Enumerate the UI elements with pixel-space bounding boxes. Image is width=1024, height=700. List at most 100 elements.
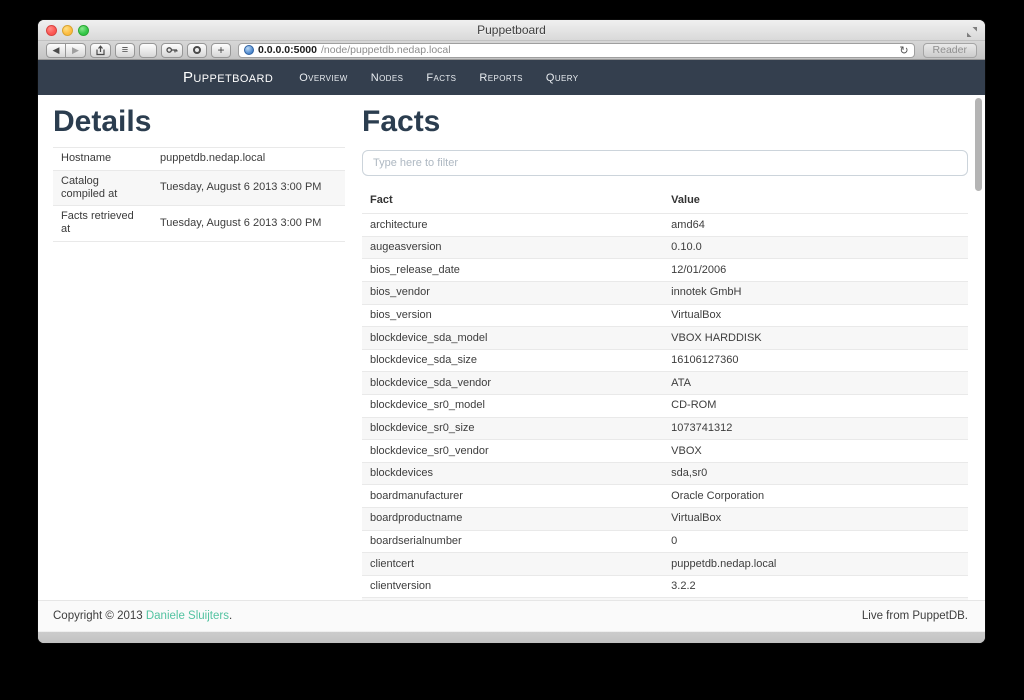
expand-corner-icon[interactable]: [967, 24, 977, 42]
refresh-icon[interactable]: ↻: [899, 44, 908, 57]
navbar-item[interactable]: Facts: [426, 72, 456, 84]
fact-name: augeasversion: [362, 236, 663, 259]
titlebar: Puppetboard: [38, 20, 985, 41]
facts-table: Fact Value architecture amd64 augeasvers…: [362, 190, 968, 600]
app-footer: Copyright © 2013 Daniele Sluijters. Live…: [38, 600, 985, 631]
fact-row: blockdevice_sr0_size 1073741312: [362, 417, 968, 440]
details-panel: Details Hostname puppetdb.nedap.local Ca…: [53, 95, 345, 600]
reader-button[interactable]: Reader: [923, 43, 977, 58]
details-value: Tuesday, August 6 2013 3:00 PM: [152, 206, 345, 242]
fact-row: blockdevice_sda_model VBOX HARDDISK: [362, 327, 968, 350]
navbar-item[interactable]: Reports: [479, 72, 523, 84]
copyright-text: Copyright © 2013 Daniele Sluijters.: [53, 610, 232, 622]
site-favicon-globe-icon: [244, 45, 254, 55]
fact-row: blockdevice_sr0_vendor VBOX: [362, 440, 968, 463]
fact-value: VirtualBox: [663, 304, 968, 327]
fact-name: bios_version: [362, 304, 663, 327]
fact-name: architecture: [362, 214, 663, 237]
fact-value: 0: [663, 530, 968, 553]
details-label: Catalog compiled at: [53, 170, 152, 206]
fact-row: augeasversion 0.10.0: [362, 236, 968, 259]
back-icon[interactable]: ◀: [46, 43, 66, 58]
browser-toolbar: ◀ ▶ ≡ + 0.0.0.0:5000/node/puppetdb.nedap…: [38, 41, 985, 60]
fact-name: blockdevice_sda_vendor: [362, 372, 663, 395]
fact-row: blockdevice_sda_vendor ATA: [362, 372, 968, 395]
fact-value: innotek GmbH: [663, 282, 968, 305]
fact-row: domain nedap.local: [362, 598, 968, 600]
fact-row: bios_vendor innotek GmbH: [362, 282, 968, 305]
fact-row: boardmanufacturer Oracle Corporation: [362, 485, 968, 508]
fact-name: boardserialnumber: [362, 530, 663, 553]
fact-name: blockdevice_sr0_model: [362, 395, 663, 418]
details-row: Catalog compiled at Tuesday, August 6 20…: [53, 170, 345, 206]
app-navbar: Puppetboard Overview Nodes Facts Reports Que…: [38, 60, 985, 95]
facts-header-row: Fact Value: [362, 190, 968, 214]
blank-toolbar-button[interactable]: [139, 43, 157, 58]
fact-name: blockdevice_sda_size: [362, 349, 663, 372]
forward-icon[interactable]: ▶: [66, 43, 86, 58]
share-icon[interactable]: [90, 43, 111, 58]
main-content: Details Hostname puppetdb.nedap.local Ca…: [38, 95, 985, 600]
facts-panel: Facts Fact Value architecture amd64: [362, 95, 968, 600]
fact-value: VirtualBox: [663, 508, 968, 531]
copyright-suffix: .: [229, 610, 232, 622]
fact-name: clientversion: [362, 575, 663, 598]
fact-name: blockdevices: [362, 462, 663, 485]
reading-list-icon[interactable]: ≡: [115, 43, 135, 58]
fact-name: bios_vendor: [362, 282, 663, 305]
live-from-puppetdb-text: Live from PuppetDB.: [862, 610, 968, 622]
fact-value: sda,sr0: [663, 462, 968, 485]
key-icon[interactable]: [161, 43, 183, 58]
fact-value: VBOX: [663, 440, 968, 463]
details-table: Hostname puppetdb.nedap.local Catalog co…: [53, 147, 345, 242]
navbar-item[interactable]: Query: [546, 72, 579, 84]
facts-col-fact: Fact: [362, 190, 663, 214]
fact-value: 3.2.2: [663, 575, 968, 598]
page-scrollbar[interactable]: [975, 98, 982, 191]
fact-name: bios_release_date: [362, 259, 663, 282]
facts-col-value: Value: [663, 190, 968, 214]
fact-value: amd64: [663, 214, 968, 237]
plus-glyph: +: [217, 44, 224, 56]
details-value: Tuesday, August 6 2013 3:00 PM: [152, 170, 345, 206]
fact-value: Oracle Corporation: [663, 485, 968, 508]
fact-name: blockdevice_sda_model: [362, 327, 663, 350]
browser-window: Puppetboard ◀ ▶ ≡ +: [38, 20, 985, 643]
navbar-items: Overview Nodes Facts Reports Query: [299, 72, 578, 84]
navbar-item[interactable]: Nodes: [371, 72, 404, 84]
ring-glyph: [193, 46, 201, 54]
fact-value: ATA: [663, 372, 968, 395]
details-value: puppetdb.nedap.local: [152, 148, 345, 171]
fact-value: 12/01/2006: [663, 259, 968, 282]
browser-status-bar: [38, 631, 985, 643]
navbar-brand[interactable]: Puppetboard: [183, 69, 273, 86]
navbar-item[interactable]: Overview: [299, 72, 348, 84]
details-title: Details: [53, 105, 345, 139]
fact-row: bios_version VirtualBox: [362, 304, 968, 327]
fact-name: boardproductname: [362, 508, 663, 531]
details-label: Hostname: [53, 148, 152, 171]
fact-value: CD-ROM: [663, 395, 968, 418]
new-tab-icon[interactable]: +: [211, 43, 231, 58]
url-bar[interactable]: 0.0.0.0:5000/node/puppetdb.nedap.local ↻: [238, 43, 915, 58]
privacy-badge-icon[interactable]: [187, 43, 207, 58]
list-glyph: ≡: [122, 45, 128, 56]
fact-value: nedap.local: [663, 598, 968, 600]
fact-value: 16106127360: [663, 349, 968, 372]
fact-row: architecture amd64: [362, 214, 968, 237]
fact-row: blockdevice_sr0_model CD-ROM: [362, 395, 968, 418]
author-link[interactable]: Daniele Sluijters: [146, 610, 229, 622]
fact-value: VBOX HARDDISK: [663, 327, 968, 350]
fact-row: boardproductname VirtualBox: [362, 508, 968, 531]
window-title: Puppetboard: [38, 23, 985, 37]
fact-name: clientcert: [362, 553, 663, 576]
fact-row: bios_release_date 12/01/2006: [362, 259, 968, 282]
history-nav-group: ◀ ▶: [46, 43, 86, 58]
facts-title: Facts: [362, 105, 968, 139]
fact-value: puppetdb.nedap.local: [663, 553, 968, 576]
fact-name: boardmanufacturer: [362, 485, 663, 508]
details-label: Facts retrieved at: [53, 206, 152, 242]
details-row: Facts retrieved at Tuesday, August 6 201…: [53, 206, 345, 242]
fact-name: blockdevice_sr0_size: [362, 417, 663, 440]
facts-filter-input[interactable]: [362, 150, 968, 176]
